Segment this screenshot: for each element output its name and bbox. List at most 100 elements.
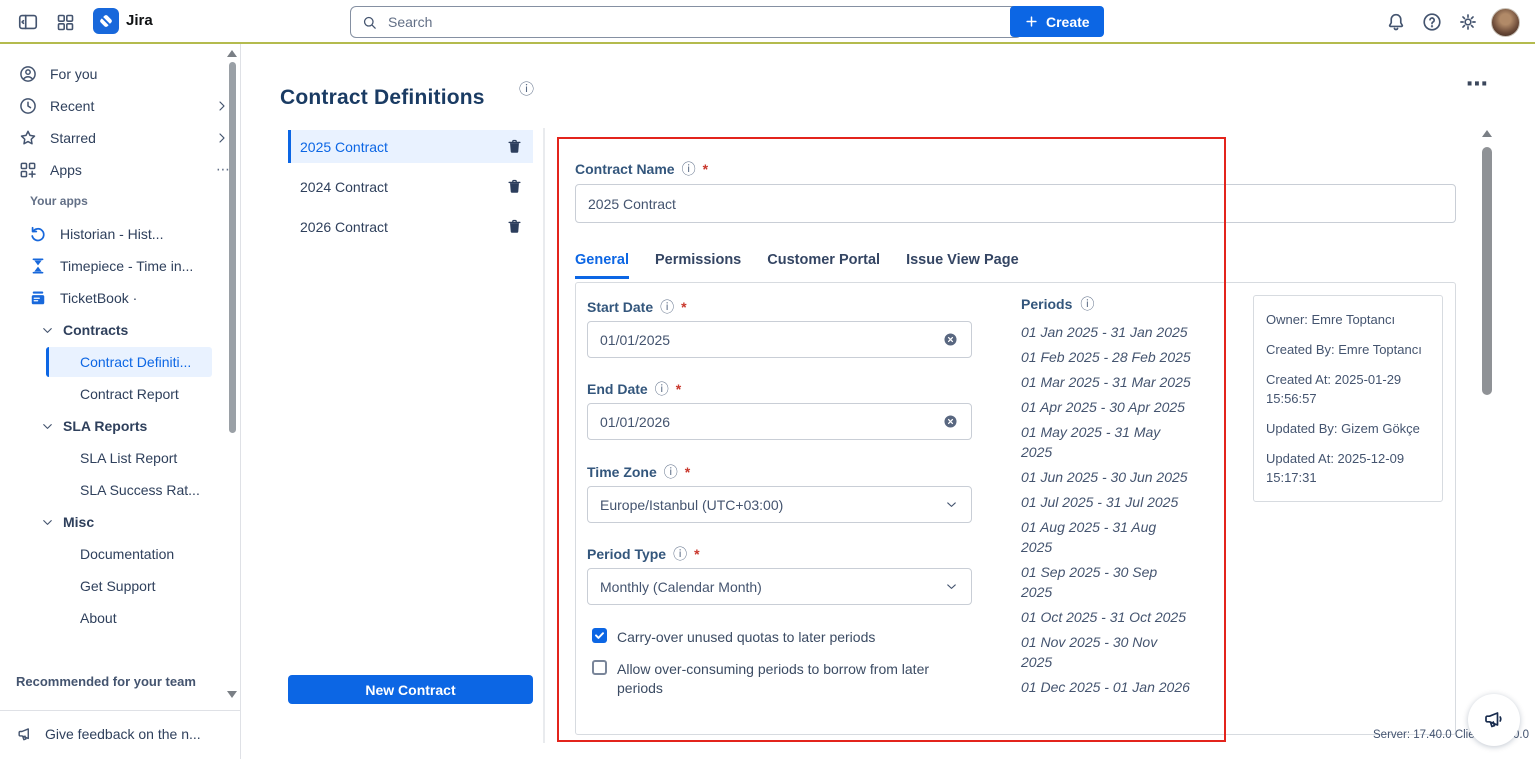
sidebar-app-ticketbook[interactable]: TicketBook ·: [20, 283, 238, 313]
info-icon[interactable]: ⓘ: [660, 297, 674, 317]
period-item: 01 Nov 2025 - 30 Nov 2025: [1021, 632, 1191, 672]
more-icon[interactable]: ⋯: [216, 162, 230, 178]
sidebar-footer-divider: [0, 710, 240, 711]
form-tabs: General Permissions Customer Portal Issu…: [575, 252, 1019, 279]
new-contract-button[interactable]: New Contract: [288, 675, 533, 704]
sidebar-item-contract-report[interactable]: Contract Report: [46, 379, 212, 409]
created-by-line: Created By: Emre Toptancı: [1266, 340, 1430, 359]
sidebar-item-starred[interactable]: Starred: [10, 123, 238, 153]
jira-logo[interactable]: [93, 8, 119, 34]
period-item: 01 Mar 2025 - 31 Mar 2025: [1021, 372, 1191, 392]
megaphone-icon: [1482, 708, 1506, 732]
sidebar-scroll-up[interactable]: [227, 50, 237, 57]
tab-issue-view-page[interactable]: Issue View Page: [906, 252, 1019, 279]
required-asterisk: *: [685, 464, 690, 480]
page-info-icon[interactable]: ⓘ: [519, 78, 534, 99]
sidebar-item-for-you[interactable]: For you: [10, 59, 238, 89]
sidebar-item-sla-list-report[interactable]: SLA List Report: [46, 443, 212, 473]
star-icon: [18, 128, 38, 148]
trash-icon[interactable]: [506, 138, 523, 155]
tab-general[interactable]: General: [575, 252, 629, 279]
carry-over-checkbox-row: Carry-over unused quotas to later period…: [592, 628, 967, 647]
tab-customer-portal[interactable]: Customer Portal: [767, 252, 880, 279]
sidebar-app-historian[interactable]: Historian - Hist...: [20, 219, 238, 249]
sidebar-group-misc[interactable]: Misc: [40, 507, 222, 537]
notifications-icon[interactable]: [1384, 10, 1408, 34]
help-icon[interactable]: [1420, 10, 1444, 34]
clear-icon[interactable]: [942, 413, 959, 430]
app-switcher-icon[interactable]: [53, 10, 77, 34]
trash-icon[interactable]: [506, 178, 523, 195]
sidebar-item-about[interactable]: About: [46, 603, 212, 633]
sidebar-group-sla-reports[interactable]: SLA Reports: [40, 411, 222, 441]
search-input[interactable]: [386, 13, 1011, 31]
feedback-label: Give feedback on the n...: [45, 726, 201, 742]
sidebar-item-label: Timepiece - Time in...: [60, 258, 230, 274]
info-icon[interactable]: ⓘ: [655, 379, 669, 399]
check-icon: [594, 630, 605, 641]
sidebar-item-apps[interactable]: Apps ⋯: [10, 155, 238, 185]
create-button[interactable]: Create: [1010, 6, 1104, 37]
collapse-sidebar-icon[interactable]: [16, 10, 40, 34]
updated-at-line: Updated At: 2025-12-09 15:17:31: [1266, 449, 1430, 487]
sidebar-item-documentation[interactable]: Documentation: [46, 539, 212, 569]
give-feedback-link[interactable]: Give feedback on the n...: [16, 720, 226, 748]
sidebar-item-recent[interactable]: Recent: [10, 91, 238, 121]
list-form-divider: [543, 128, 545, 743]
trash-icon[interactable]: [506, 218, 523, 235]
sidebar-group-contracts[interactable]: Contracts: [40, 315, 222, 345]
sidebar-scroll-down[interactable]: [227, 691, 237, 698]
chevron-down-icon: [40, 419, 55, 434]
sidebar-item-label: For you: [50, 66, 230, 82]
end-date-input[interactable]: 01/01/2026: [587, 403, 972, 440]
info-icon[interactable]: ⓘ: [673, 544, 687, 564]
checkbox-unchecked[interactable]: [592, 660, 607, 675]
checkbox-checked[interactable]: [592, 628, 607, 643]
contract-name-input[interactable]: 2025 Contract: [575, 184, 1456, 223]
sidebar-item-sla-success-rate[interactable]: SLA Success Rat...: [46, 475, 212, 505]
chevron-right-icon: [214, 98, 230, 114]
clock-icon: [18, 96, 38, 116]
period-type-label: Period Typeⓘ*: [587, 544, 700, 564]
borrow-checkbox-row: Allow over-consuming periods to borrow f…: [592, 660, 967, 698]
owner-line: Owner: Emre Toptancı: [1266, 310, 1430, 329]
contract-label: 2024 Contract: [300, 179, 506, 195]
time-zone-select[interactable]: Europe/Istanbul (UTC+03:00): [587, 486, 972, 523]
main-scrollbar[interactable]: [1482, 147, 1492, 395]
info-icon[interactable]: ⓘ: [682, 159, 696, 179]
contract-meta-box: Owner: Emre Toptancı Created By: Emre To…: [1253, 295, 1443, 502]
contract-list-item[interactable]: 2024 Contract: [288, 170, 533, 203]
create-label: Create: [1046, 14, 1090, 30]
sidebar: For you Recent Starred Apps ⋯ Your apps …: [0, 44, 241, 759]
sidebar-item-label: Historian - Hist...: [60, 226, 230, 242]
contract-list-item[interactable]: 2025 Contract: [288, 130, 533, 163]
sidebar-item-get-support[interactable]: Get Support: [46, 571, 212, 601]
period-item: 01 Apr 2025 - 30 Apr 2025: [1021, 397, 1191, 417]
sidebar-item-contract-definitions[interactable]: Contract Definiti...: [46, 347, 212, 377]
ticketbook-icon: [28, 288, 48, 308]
info-icon[interactable]: ⓘ: [1080, 294, 1094, 314]
start-date-label: Start Dateⓘ*: [587, 297, 687, 317]
settings-gear-icon[interactable]: [1456, 10, 1480, 34]
search-icon: [361, 14, 378, 31]
clear-icon[interactable]: [942, 331, 959, 348]
search-bar[interactable]: [350, 6, 1022, 38]
user-avatar[interactable]: [1491, 8, 1520, 37]
contract-list-item[interactable]: 2026 Contract: [288, 210, 533, 243]
main-scroll-up[interactable]: [1482, 130, 1492, 137]
end-date-label: End Dateⓘ*: [587, 379, 681, 399]
page-more-button[interactable]: ⋯: [1466, 72, 1490, 97]
tab-permissions[interactable]: Permissions: [655, 252, 741, 279]
top-bar: Jira Create: [0, 0, 1535, 44]
start-date-value: 01/01/2025: [600, 332, 942, 348]
recommended-label: Recommended for your team: [16, 674, 196, 689]
info-icon[interactable]: ⓘ: [664, 462, 678, 482]
required-asterisk: *: [676, 381, 681, 397]
contract-label: 2025 Contract: [300, 139, 506, 155]
your-apps-label: Your apps: [30, 194, 88, 208]
start-date-input[interactable]: 01/01/2025: [587, 321, 972, 358]
feedback-float-button[interactable]: [1468, 694, 1520, 746]
period-type-select[interactable]: Monthly (Calendar Month): [587, 568, 972, 605]
sidebar-app-timepiece[interactable]: Timepiece - Time in...: [20, 251, 238, 281]
sidebar-scrollbar[interactable]: [229, 62, 236, 433]
